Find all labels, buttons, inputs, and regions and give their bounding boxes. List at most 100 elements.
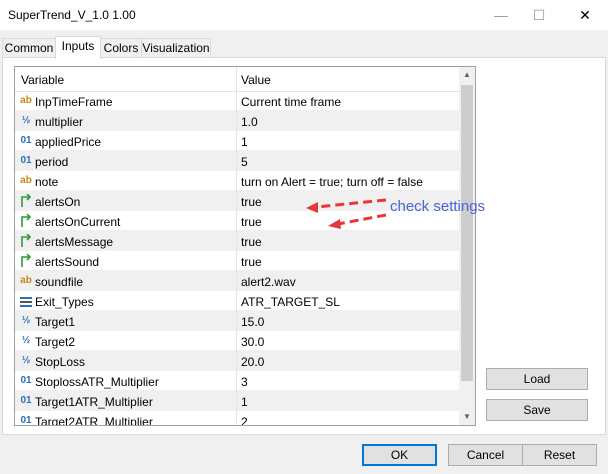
enum-type-icon (19, 294, 33, 308)
inputs-grid: Variable Value ab InpTimeFrame Current tim… (14, 66, 476, 426)
column-divider (236, 271, 237, 291)
variable-value[interactable]: 1 (241, 135, 248, 149)
variable-value[interactable]: ATR_TARGET_SL (241, 295, 340, 309)
column-divider (236, 311, 237, 331)
arrow-head-1 (306, 202, 318, 213)
variable-name: alertsOn (35, 195, 81, 209)
column-divider (236, 291, 237, 311)
table-row[interactable]: alertsMessage true (15, 231, 459, 251)
table-row[interactable]: ½ StopLoss 20.0 (15, 351, 459, 371)
double-type-icon: ½ (21, 115, 31, 126)
annotation-arrows (306, 198, 387, 229)
grid-header: Variable Value (15, 67, 459, 92)
maximize-button[interactable]: ☐ (516, 0, 562, 30)
close-button[interactable]: ✕ (562, 0, 608, 30)
variable-name: InpTimeFrame (35, 95, 113, 109)
column-divider (236, 331, 237, 351)
ok-button[interactable]: OK (362, 444, 437, 466)
variable-name: multiplier (35, 115, 84, 129)
title-bar: SuperTrend_V_1.0 1.00 — ☐ ✕ (0, 0, 608, 30)
table-row[interactable]: ½ multiplier 1.0 (15, 111, 459, 131)
reset-button[interactable]: Reset (522, 444, 597, 466)
vertical-scrollbar[interactable]: ▲ ▼ (459, 67, 475, 425)
integer-type-icon: 01 (20, 375, 32, 386)
scroll-thumb[interactable] (461, 85, 473, 381)
column-divider (236, 151, 237, 171)
variable-value[interactable]: 2 (241, 415, 248, 425)
variable-value[interactable]: 30.0 (241, 335, 264, 349)
arrow-line-2 (337, 213, 387, 226)
variable-name: alertsMessage (35, 235, 114, 249)
variable-name: Target1ATR_Multiplier (35, 395, 153, 409)
double-type-icon: ½ (21, 335, 31, 346)
table-row[interactable]: 01 period 5 (15, 151, 459, 171)
variable-value[interactable]: turn on Alert = true; turn off = false (241, 175, 423, 189)
variable-value[interactable]: 1 (241, 395, 248, 409)
variable-value[interactable]: 20.0 (241, 355, 264, 369)
header-value[interactable]: Value (241, 73, 271, 87)
variable-value[interactable]: true (241, 215, 262, 229)
scroll-down-icon[interactable]: ▼ (459, 409, 475, 425)
boolean-type-icon (19, 213, 33, 228)
variable-value[interactable]: true (241, 195, 262, 209)
variable-name: soundfile (35, 275, 84, 289)
integer-type-icon: 01 (20, 395, 32, 406)
column-divider (236, 91, 237, 111)
column-divider (236, 171, 237, 191)
table-row[interactable]: ab InpTimeFrame Current time frame (15, 91, 459, 111)
double-type-icon: ½ (21, 355, 31, 366)
boolean-type-icon (19, 233, 33, 248)
table-row[interactable]: 01 Target1ATR_Multiplier 1 (15, 391, 459, 411)
tab-colors[interactable]: Colors (100, 38, 142, 58)
variable-name: alertsOnCurrent (35, 215, 121, 229)
variable-value[interactable]: alert2.wav (241, 275, 296, 289)
variable-value[interactable]: 5 (241, 155, 248, 169)
variable-name: alertsSound (35, 255, 100, 269)
minimize-icon: — (494, 7, 508, 23)
load-button[interactable]: Load (486, 368, 588, 390)
table-row[interactable]: ½ Target2 30.0 (15, 331, 459, 351)
save-button[interactable]: Save (486, 399, 588, 421)
column-divider (236, 231, 237, 251)
boolean-type-icon (19, 193, 33, 208)
column-divider (236, 391, 237, 411)
table-row[interactable]: ½ Target1 15.0 (15, 311, 459, 331)
table-row[interactable]: 01 appliedPrice 1 (15, 131, 459, 151)
variable-name: Target2 (35, 335, 76, 349)
column-divider (236, 131, 237, 151)
arrow-line-1 (315, 198, 387, 209)
variable-value[interactable]: 1.0 (241, 115, 258, 129)
cancel-button[interactable]: Cancel (448, 444, 523, 466)
tab-visualization[interactable]: Visualization (141, 38, 211, 58)
variable-value[interactable]: 15.0 (241, 315, 264, 329)
table-row[interactable]: ab soundfile alert2.wav (15, 271, 459, 291)
column-divider (236, 211, 237, 231)
column-divider (236, 191, 237, 211)
variable-value[interactable]: true (241, 255, 262, 269)
table-row[interactable]: alertsSound true (15, 251, 459, 271)
column-divider (236, 371, 237, 391)
variable-value[interactable]: true (241, 235, 262, 249)
variable-name: Target1 (35, 315, 76, 329)
table-row[interactable]: Exit_Types ATR_TARGET_SL (15, 291, 459, 311)
table-row[interactable]: 01 Target2ATR_Multiplier 2 (15, 411, 459, 426)
string-type-icon: ab (20, 275, 32, 286)
annotation-text: check settings (390, 198, 486, 215)
table-row[interactable]: 01 StoplossATR_Multiplier 3 (15, 371, 459, 391)
integer-type-icon: 01 (20, 415, 32, 426)
header-variable[interactable]: Variable (21, 73, 64, 87)
variable-value[interactable]: Current time frame (241, 95, 341, 109)
scroll-up-icon[interactable]: ▲ (459, 67, 475, 83)
arrow-head-2 (328, 219, 341, 229)
variable-name: Exit_Types (35, 295, 94, 309)
variable-name: StoplossATR_Multiplier (35, 375, 159, 389)
header-divider (236, 67, 237, 91)
variable-name: appliedPrice (35, 135, 102, 149)
integer-type-icon: 01 (20, 155, 32, 166)
variable-value[interactable]: 3 (241, 375, 248, 389)
table-row[interactable]: ab note turn on Alert = true; turn off = f… (15, 171, 459, 191)
tab-common[interactable]: Common (2, 38, 56, 58)
tab-inputs[interactable]: Inputs (55, 36, 101, 59)
column-divider (236, 111, 237, 131)
string-type-icon: ab (20, 95, 32, 106)
